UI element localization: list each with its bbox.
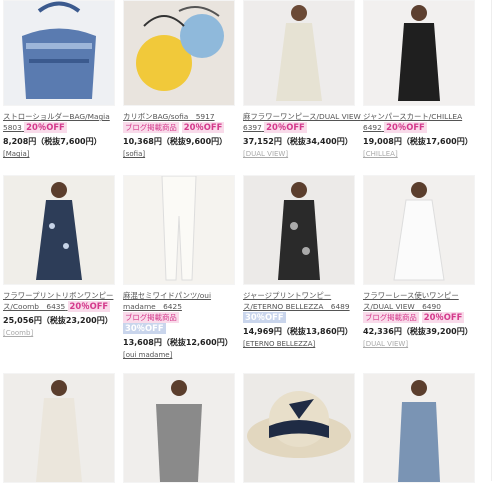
brand-link[interactable]: [ETERNO BELLEZZA] [243, 339, 363, 349]
product-card[interactable]: フラワーレース使いワンピース/DUAL VIEW 6490 ブログ掲載商品 20％… [363, 175, 483, 349]
discount-badge: 30％OFF [123, 323, 166, 334]
product-photo[interactable] [363, 373, 475, 483]
product-photo[interactable] [363, 0, 475, 106]
product-photo-icon [244, 176, 354, 284]
product-card[interactable]: ストローショルダーBAG/Magia 5803 20％OFF 8,208円（税抜… [3, 0, 123, 159]
blog-badge: ブログ掲載商品 [123, 312, 179, 323]
product-photo[interactable] [243, 0, 355, 106]
product-photo[interactable] [123, 0, 235, 106]
product-price: 8,208円（税抜7,600円） [3, 137, 102, 146]
product-price: 13,608円（税抜12,600円） [123, 338, 233, 347]
product-photo[interactable] [243, 373, 355, 483]
product-card[interactable] [243, 373, 363, 483]
product-name[interactable]: フラワープリントリボンワンピース/Coomb 6435 20％OFF [3, 290, 121, 312]
product-card[interactable]: ジャンパースカート/CHILLEA 6492 20％OFF 19,008円（税抜… [363, 0, 483, 159]
brand-link[interactable]: [Coomb] [3, 328, 123, 338]
product-photo[interactable] [243, 175, 355, 285]
discount-badge: 20％OFF [67, 301, 111, 312]
product-name[interactable]: ジャンパースカート/CHILLEA 6492 20％OFF [363, 111, 481, 133]
product-photo-icon [244, 1, 354, 105]
product-price: 25,056円（税抜23,200円） [3, 316, 113, 325]
brand-link[interactable]: [sofia] [123, 149, 243, 159]
product-photo-icon [124, 1, 234, 105]
product-photo[interactable] [3, 373, 115, 483]
product-card[interactable] [123, 373, 243, 483]
scrollbar-track[interactable] [491, 0, 500, 481]
product-name[interactable]: 麻混セミワイドパンツ/oui madame 6425 ブログ掲載商品 30％OF… [123, 290, 241, 334]
brand-link[interactable]: [Magia] [3, 149, 123, 159]
discount-badge: 20％OFF [24, 122, 67, 133]
product-photo-icon [4, 176, 114, 284]
product-photo[interactable] [363, 175, 475, 285]
product-card[interactable]: カリボンBAG/sofia 5917 ブログ掲載商品 20％OFF 10,368円… [123, 0, 243, 159]
product-price: 19,008円（税抜17,600円） [363, 137, 473, 146]
product-name[interactable]: フラワーレース使いワンピース/DUAL VIEW 6490 ブログ掲載商品 20％… [363, 290, 481, 323]
product-photo-icon [364, 176, 474, 284]
product-photo-icon [4, 1, 114, 105]
product-photo-icon [124, 374, 234, 482]
product-photo-icon [244, 374, 354, 482]
product-price: 10,368円（税抜9,600円） [123, 137, 228, 146]
brand-link[interactable]: [oui madame] [123, 350, 243, 360]
blog-badge: ブログ掲載商品 [363, 312, 419, 323]
product-price: 14,969円（税抜13,860円） [243, 327, 353, 336]
product-price: 37,152円（税抜34,400円） [243, 137, 353, 146]
product-photo[interactable] [123, 175, 235, 285]
product-photo-icon [364, 1, 474, 105]
product-card[interactable] [363, 373, 483, 483]
product-photo-icon [364, 374, 474, 482]
product-photo-icon [4, 374, 114, 482]
product-name[interactable]: カリボンBAG/sofia 5917 ブログ掲載商品 20％OFF [123, 111, 241, 133]
product-card[interactable] [3, 373, 123, 483]
discount-badge: 20％OFF [421, 312, 465, 323]
product-card[interactable]: ジャージプリントワンピース/ETERNO BELLEZZA 6489 30％OF… [243, 175, 363, 349]
product-photo[interactable] [123, 373, 235, 483]
product-name[interactable]: 麻フラワーワンピース/DUAL VIEW 6397 20％OFF [243, 111, 368, 133]
product-card[interactable]: 麻フラワーワンピース/DUAL VIEW 6397 20％OFF 37,152円… [243, 0, 368, 159]
product-photo[interactable] [3, 175, 115, 285]
blog-badge: ブログ掲載商品 [123, 122, 179, 133]
product-price: 42,336円（税抜39,200円） [363, 327, 473, 336]
product-name[interactable]: ジャージプリントワンピース/ETERNO BELLEZZA 6489 30％OF… [243, 290, 361, 323]
product-photo-icon [124, 176, 234, 284]
product-card[interactable]: 麻混セミワイドパンツ/oui madame 6425 ブログ掲載商品 30％OF… [123, 175, 243, 360]
product-grid: ストローショルダーBAG/Magia 5803 20％OFF 8,208円（税抜… [0, 0, 500, 483]
discount-badge: 20％OFF [264, 122, 307, 133]
discount-badge: 30％OFF [243, 312, 286, 323]
brand-link[interactable]: [CHILLEA] [363, 149, 483, 159]
product-name[interactable]: ストローショルダーBAG/Magia 5803 20％OFF [3, 111, 121, 133]
brand-link[interactable]: [DUAL VIEW] [243, 149, 363, 159]
discount-badge: 20％OFF [181, 122, 225, 133]
product-card[interactable]: フラワープリントリボンワンピース/Coomb 6435 20％OFF 25,05… [3, 175, 123, 338]
discount-badge: 20％OFF [384, 122, 427, 133]
brand-link[interactable]: [DUAL VIEW] [363, 339, 483, 349]
product-photo[interactable] [3, 0, 115, 106]
